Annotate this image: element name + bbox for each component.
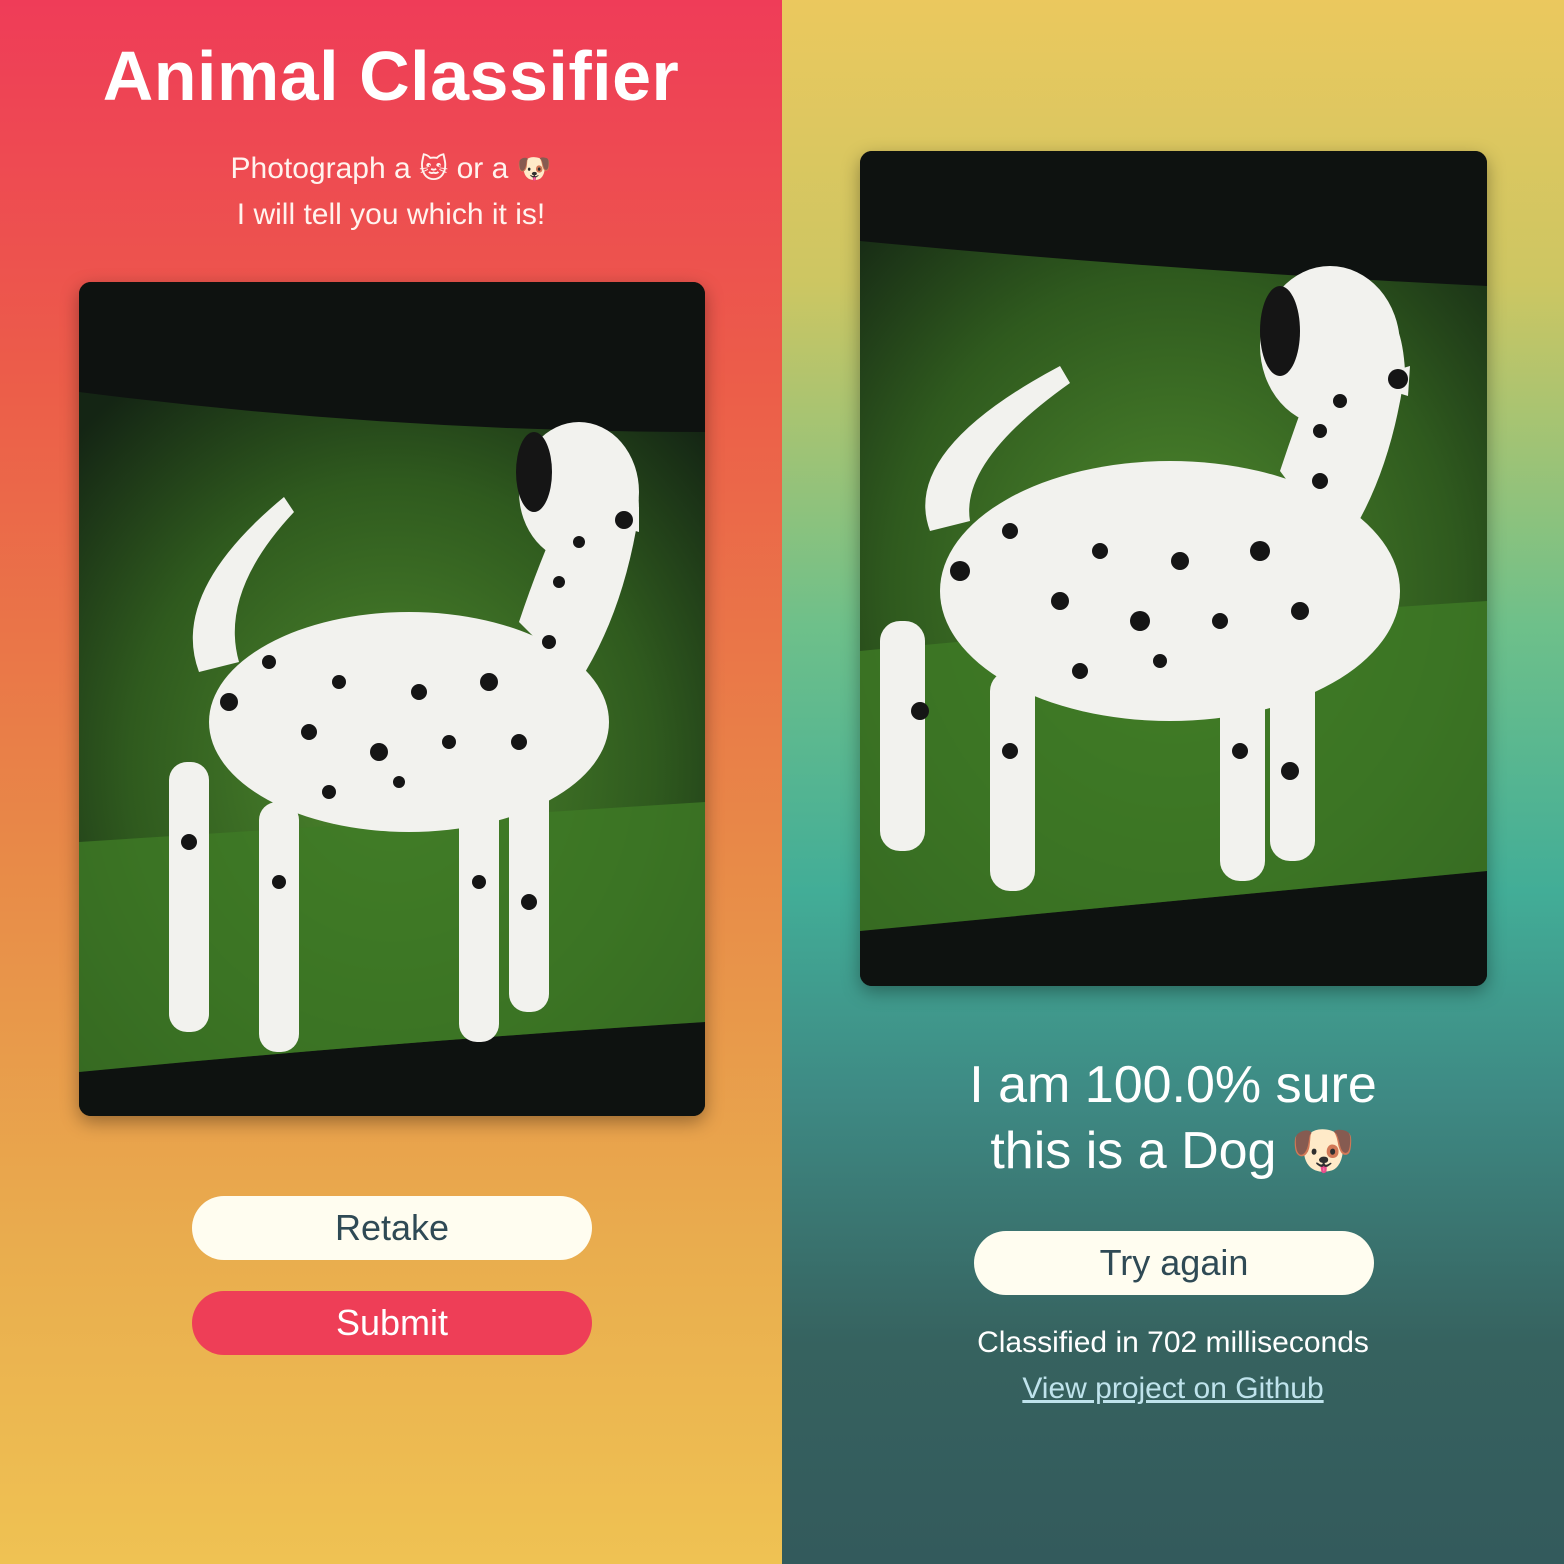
dalmatian-photo-image [860, 151, 1487, 986]
subtitle-middle: or a [456, 152, 509, 185]
result-line-1: I am 100.0% sure [969, 1056, 1377, 1114]
classification-timing: Classified in 702 milliseconds [977, 1326, 1369, 1359]
result-label: this is a Dog [990, 1122, 1277, 1180]
subtitle-prefix: Photograph a [230, 152, 411, 185]
classification-result: I am 100.0% sure this is a Dog 🐶 [782, 1052, 1564, 1184]
capture-screen: Animal Classifier Photograph a 🐱 or a 🐶 … [0, 0, 782, 1564]
result-line-2: this is a Dog 🐶 [782, 1118, 1564, 1184]
retake-button[interactable]: Retake [192, 1196, 592, 1260]
captured-photo [79, 282, 705, 1116]
dalmatian-photo-image [79, 282, 705, 1116]
dog-face-icon: 🐶 [516, 153, 552, 184]
dog-face-icon: 🐶 [1290, 1122, 1356, 1180]
subtitle: Photograph a 🐱 or a 🐶 I will tell you wh… [0, 146, 782, 238]
subtitle-line-1: Photograph a 🐱 or a 🐶 [0, 146, 782, 192]
result-screen: I am 100.0% sure this is a Dog 🐶 Try aga… [782, 0, 1564, 1564]
github-link[interactable]: View project on Github [782, 1372, 1564, 1406]
cat-face-icon: 🐱 [419, 153, 449, 184]
submit-button[interactable]: Submit [192, 1291, 592, 1355]
try-again-button[interactable]: Try again [974, 1231, 1374, 1295]
subtitle-line-2: I will tell you which it is! [236, 198, 546, 231]
app-title: Animal Classifier [102, 37, 680, 115]
classified-photo [860, 151, 1487, 986]
